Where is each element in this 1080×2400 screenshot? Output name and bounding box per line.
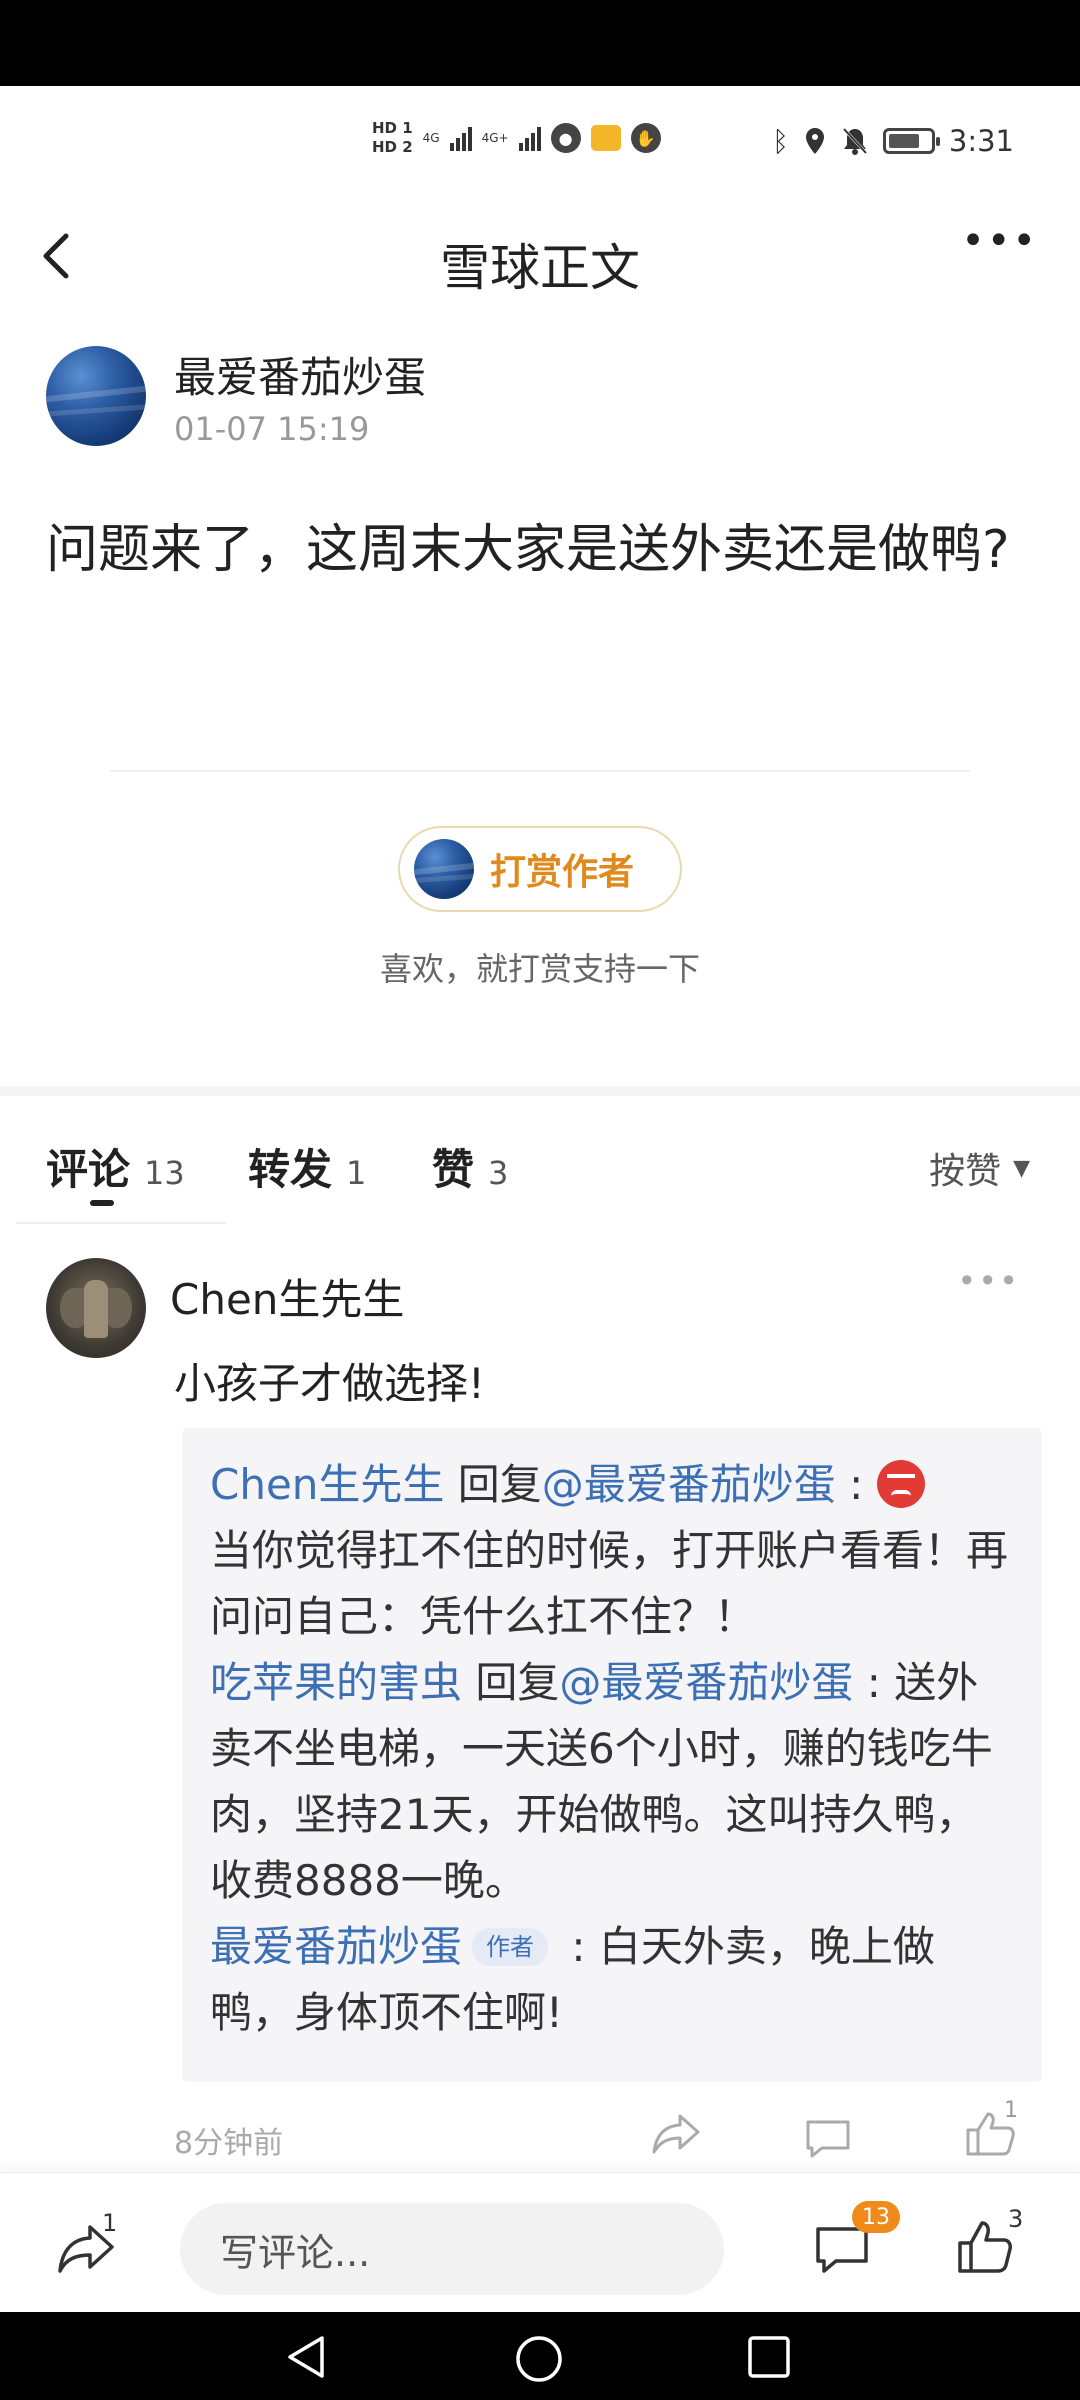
divider (110, 770, 970, 772)
comments-icon[interactable] (814, 2225, 870, 2275)
comment-tabs: 评论 13 转发 1 赞 3 按赞 ▼ (0, 1128, 1080, 1218)
commenter-name[interactable]: Chen生先生 (170, 1266, 404, 1327)
tabs-underline (16, 1222, 226, 1224)
signal-icon (449, 125, 472, 151)
network-type-2: 4G+ (481, 131, 509, 145)
battery-icon (882, 128, 940, 154)
angry-emoji-icon (876, 1459, 925, 1508)
like-icon[interactable] (956, 2219, 1014, 2275)
system-home-icon[interactable] (514, 2334, 564, 2384)
reply-thread[interactable]: Chen生先生 回复@最爱番茄炒蛋 : 当你觉得扛不住的时候，打开账户看看！再问… (182, 1428, 1042, 2082)
reply-item[interactable]: Chen生先生 回复@最爱番茄炒蛋 : 当你觉得扛不住的时候，打开账户看看！再问… (210, 1452, 1014, 1650)
bottom-action-bar: 1 写评论... 13 3 (0, 2172, 1080, 2312)
location-icon (805, 128, 824, 154)
status-icons-left: HD 1 HD 2 4G 4G+ ● ✋ (372, 120, 661, 156)
reply-verb: 回复 (462, 1658, 560, 1707)
mute-bell-icon (842, 127, 867, 155)
author-name[interactable]: 最爱番茄炒蛋 (174, 344, 426, 405)
tab-reposts[interactable]: 转发 1 (248, 1136, 366, 1197)
sort-dropdown[interactable]: 按赞 ▼ (929, 1142, 1030, 1194)
tab-comments[interactable]: 评论 13 (46, 1136, 185, 1197)
tab-reposts-label: 转发 (248, 1145, 333, 1194)
comment-count-badge: 13 (852, 2201, 900, 2233)
network-type-1: 4G (422, 131, 440, 145)
reply-author[interactable]: 最爱番茄炒蛋 (210, 1922, 462, 1971)
app-notification-icon: ● (550, 123, 581, 153)
comment-reply-icon[interactable] (804, 2118, 852, 2158)
like-count: 3 (1008, 2205, 1024, 2233)
commenter-avatar[interactable] (46, 1258, 146, 1358)
reply-colon: : (835, 1460, 877, 1509)
tab-reposts-count: 1 (346, 1154, 367, 1192)
share-count: 1 (102, 2209, 118, 2237)
tip-avatar (414, 839, 474, 899)
sort-label: 按赞 (929, 1151, 1002, 1192)
system-back-icon[interactable] (284, 2334, 328, 2380)
section-divider (0, 1086, 1080, 1096)
post-time: 01-07 15:19 (174, 410, 370, 448)
reply-author[interactable]: 吃苹果的害虫 (210, 1658, 462, 1707)
nav-header: 雪球正文 ••• (0, 212, 1080, 302)
more-options-icon[interactable]: ••• (961, 218, 1038, 264)
comment-input[interactable]: 写评论... (180, 2203, 724, 2295)
tip-subtext: 喜欢，就打赏支持一下 (379, 950, 700, 988)
hd2-label: HD 2 (372, 138, 413, 156)
page-title: 雪球正文 (440, 239, 640, 297)
system-recents-icon[interactable] (746, 2334, 792, 2380)
tab-likes-label: 赞 (432, 1145, 475, 1194)
reply-item[interactable]: 最爱番茄炒蛋 作者 : 白天外卖，晚上做鸭，身体顶不住啊! (210, 1914, 1014, 2046)
comment-share-icon[interactable] (650, 2110, 702, 2156)
reply-mention[interactable]: @最爱番茄炒蛋 (559, 1658, 853, 1707)
mail-notification-icon (590, 125, 621, 151)
reply-text: 当你觉得扛不住的时候，打开账户看看！再问问自己：凭什么扛不住？！ (210, 1526, 1009, 1641)
tip-author-button[interactable]: 打赏作者 (398, 826, 682, 912)
clock: 3:31 (948, 124, 1014, 158)
reply-colon: : (558, 1922, 599, 1971)
status-icons-right: ᛒ 3:31 (772, 124, 1014, 158)
comment-text: 小孩子才做选择! (174, 1359, 485, 1408)
tab-comments-count: 13 (144, 1154, 185, 1192)
bluetooth-icon: ᛒ (772, 124, 789, 158)
reply-mention[interactable]: @最爱番茄炒蛋 (542, 1460, 836, 1509)
reply-item[interactable]: 吃苹果的害虫 回复@最爱番茄炒蛋 : 送外卖不坐电梯，一天送6个小时，赚的钱吃牛… (210, 1650, 1014, 1914)
tab-likes-count: 3 (488, 1154, 509, 1192)
tip-button-label: 打赏作者 (490, 852, 635, 893)
signal-icon-2 (518, 125, 541, 151)
system-navigation-bar (0, 2312, 1080, 2400)
hd-indicator: HD 1 HD 2 (372, 120, 413, 156)
camera-cutout-area (0, 0, 1080, 86)
author-badge: 作者 (472, 1927, 549, 1966)
reply-colon: : (853, 1658, 895, 1707)
dropdown-triangle-icon: ▼ (1013, 1155, 1030, 1181)
post-body: 问题来了，这周末大家是送外卖还是做鸭? (46, 520, 1010, 580)
tab-comments-label: 评论 (46, 1145, 131, 1194)
hd1-label: HD 1 (372, 119, 413, 137)
comment-like-count: 1 (1004, 2098, 1018, 2123)
reply-author[interactable]: Chen生先生 (210, 1460, 444, 1509)
tab-likes[interactable]: 赞 3 (432, 1136, 508, 1197)
reply-verb: 回复 (444, 1460, 542, 1509)
comment-time: 8分钟前 (174, 2126, 284, 2161)
active-tab-indicator (90, 1200, 114, 1206)
author-avatar[interactable] (46, 346, 146, 446)
hand-notification-icon: ✋ (630, 123, 661, 153)
comment-more-icon[interactable]: ••• (957, 1262, 1020, 1300)
